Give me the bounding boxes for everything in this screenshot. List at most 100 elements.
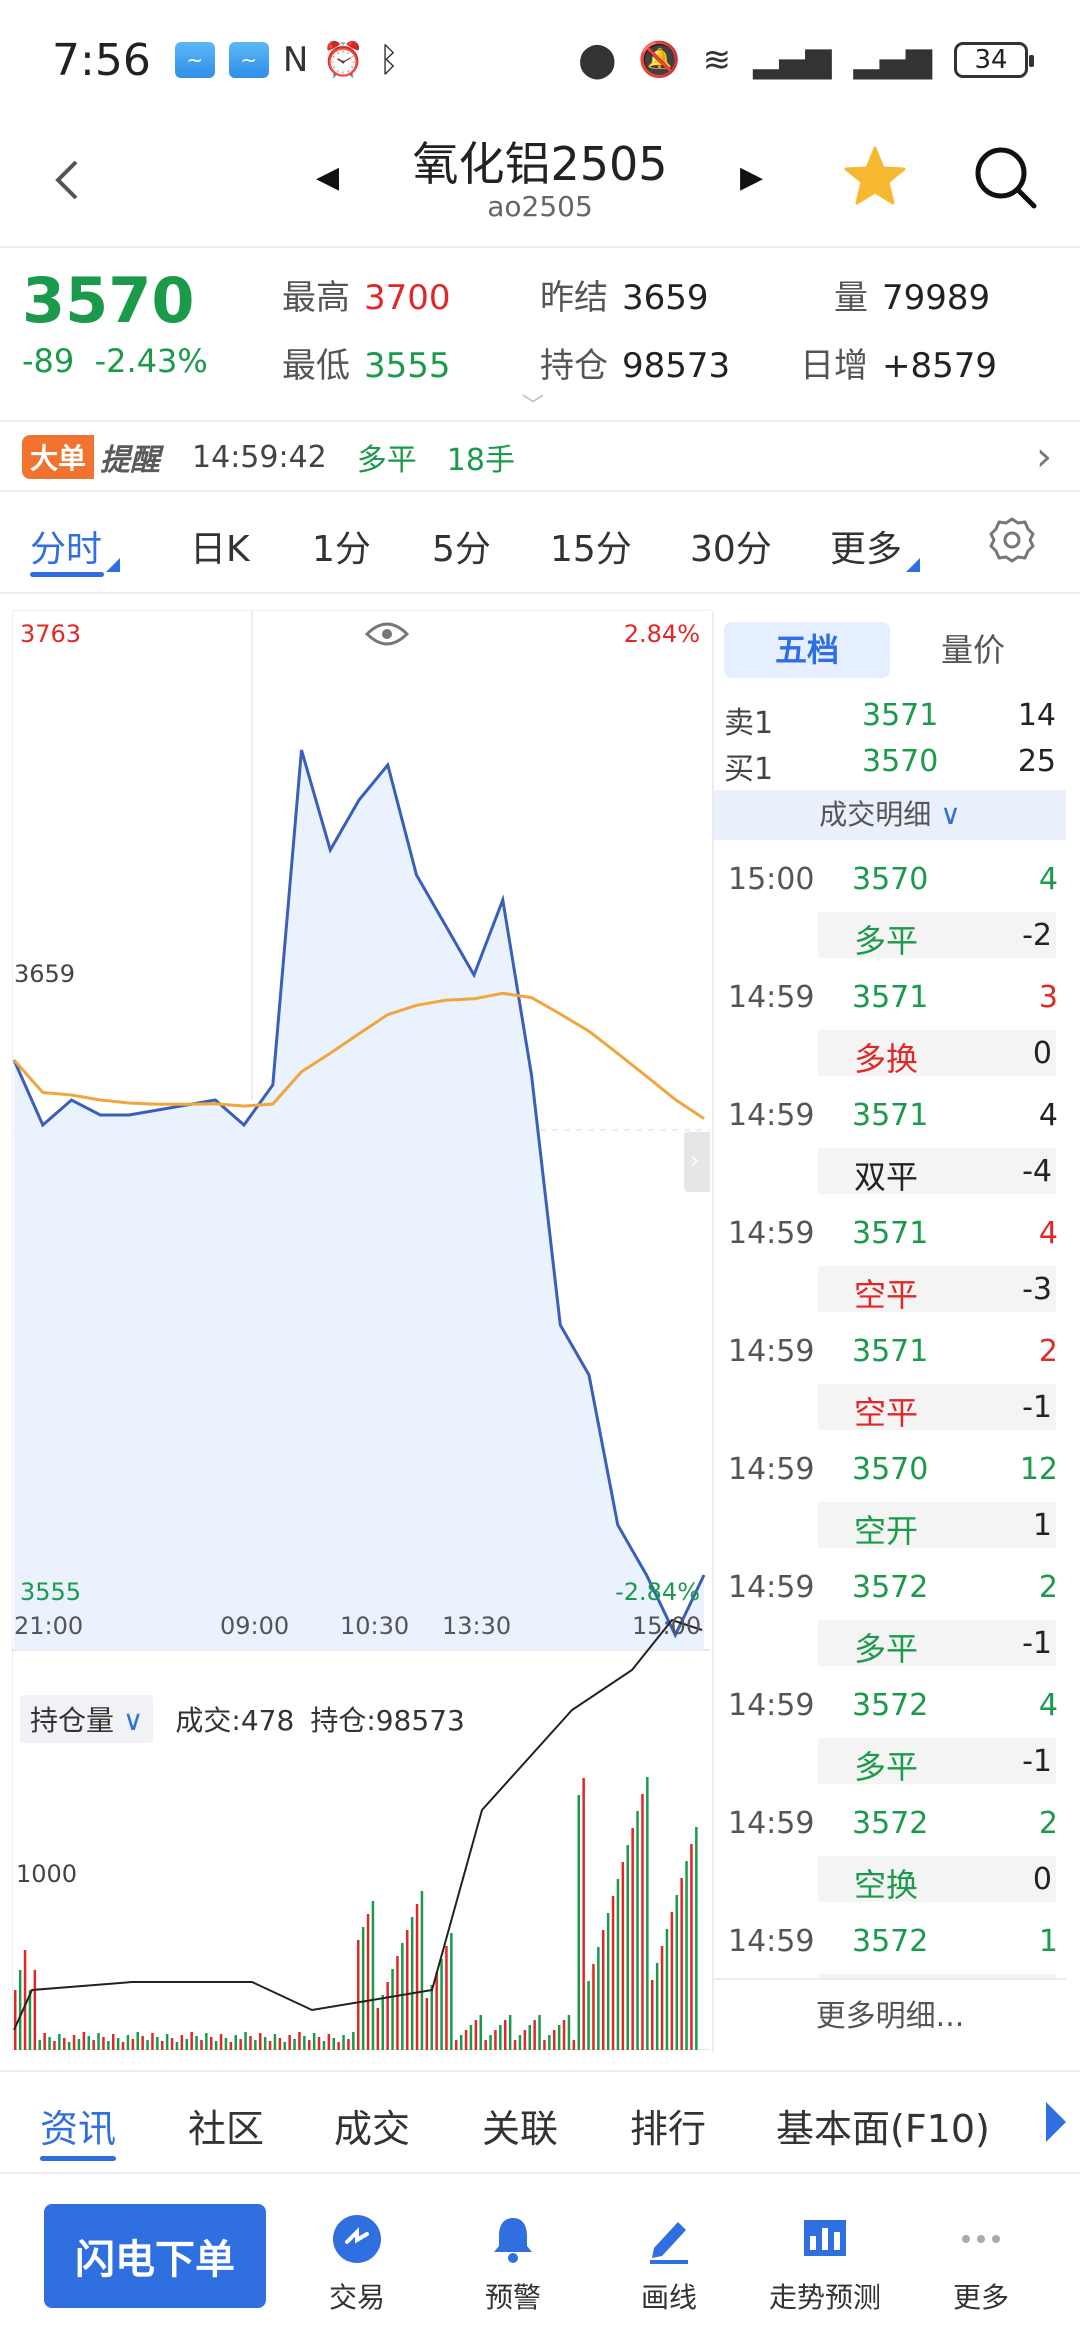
volume-bar — [195, 2036, 198, 2050]
alert-qty: 18手 — [446, 443, 515, 478]
volume-bar — [190, 2032, 193, 2050]
volume-bar — [67, 2042, 71, 2050]
tab-trades[interactable]: 成交 — [334, 2098, 410, 2153]
volume-bar — [376, 2008, 380, 2050]
volume-bar — [263, 2037, 267, 2050]
volume-bar — [665, 1929, 669, 2050]
trade-icon — [333, 2215, 381, 2263]
tab-community[interactable]: 社区 — [188, 2098, 264, 2153]
tab-ranking[interactable]: 排行 — [630, 2098, 706, 2153]
oi-volume: 成交:478 — [175, 1704, 295, 1737]
active-tab-indicator — [30, 572, 104, 577]
trade-detail-header[interactable]: 成交明细 ∨ — [714, 790, 1066, 840]
next-contract-icon[interactable]: ▶ — [740, 160, 763, 195]
tab-fundamentals[interactable]: 基本面(F10) — [776, 2098, 990, 2153]
volume-bar — [641, 1794, 644, 2050]
alert-button[interactable]: 预警 — [438, 2212, 588, 2316]
chart-bottom-price: 3555 — [20, 1578, 82, 1606]
more-dots-icon — [962, 2235, 1000, 2243]
trade-type: 空开 — [854, 1512, 919, 1550]
big-order-alert[interactable]: 大单 提醒 14:59:42 多平 18手 › — [0, 424, 1080, 492]
volume-bar — [366, 1914, 370, 2050]
star-icon[interactable] — [840, 142, 910, 212]
volume-bar — [131, 2039, 135, 2050]
volume-bar — [357, 1940, 360, 2050]
volume-bar — [165, 2034, 169, 2050]
volume-bar — [136, 2032, 139, 2050]
volume-bar — [254, 2040, 257, 2050]
info-tabs: 资讯 社区 成交 关联 排行 基本面(F10) — [0, 2070, 1080, 2174]
volume-bar — [401, 1943, 404, 2050]
tab-1min[interactable]: 1分 — [312, 520, 371, 572]
trade-type: 空平 — [854, 1394, 919, 1432]
volume-bar — [518, 2035, 522, 2050]
intraday-chart[interactable]: 3763 2.84% 3659 3555 -2.84% 21:00 09:00 … — [12, 610, 710, 2050]
trade-row: 15:00 3570 4 多平 -2 — [714, 850, 1066, 968]
wifi-icon: ≋ — [702, 40, 732, 80]
volume-bar — [298, 2032, 301, 2050]
tab-more[interactable]: 更多 — [830, 520, 921, 572]
back-icon[interactable] — [40, 150, 100, 210]
mute-icon: 🔕 — [638, 40, 681, 80]
trade-time: 14:59 — [728, 1924, 815, 1959]
collapse-panel-handle[interactable]: › — [684, 1132, 710, 1192]
nfc-icon: N — [282, 40, 309, 80]
oi-indicator-dropdown[interactable]: 持仓量 ∨ — [20, 1695, 154, 1743]
volume-bar — [420, 1891, 424, 2050]
top-nav: ◀ 氧化铝2505 ao2505 ▶ — [0, 120, 1080, 248]
search-icon[interactable] — [970, 142, 1040, 212]
volume-bar — [513, 2040, 517, 2050]
flash-order-button[interactable]: 闪电下单 — [44, 2204, 266, 2308]
tab-volume-price[interactable]: 量价 — [890, 622, 1056, 678]
eye-icon[interactable] — [364, 618, 410, 650]
volume-bar — [381, 1995, 384, 2050]
more-detail-link[interactable]: 更多明细... — [714, 1978, 1066, 2052]
tab-5min[interactable]: 5分 — [432, 520, 491, 572]
tab-news[interactable]: 资讯 — [40, 2098, 116, 2153]
volume-bar — [690, 1844, 693, 2050]
pen-icon — [650, 2222, 688, 2264]
prev-contract-icon[interactable]: ◀ — [316, 160, 339, 195]
volume-bar — [151, 2033, 154, 2050]
trade-time: 14:59 — [728, 1570, 815, 1605]
volume-axis-label: 1000 — [16, 1860, 78, 1888]
trade-row: 14:59 3571 4 空平 -3 — [714, 1204, 1066, 1322]
volume-bar — [308, 2040, 311, 2050]
volume-bar — [675, 1895, 678, 2050]
trade-type-row: 多平 -1 — [818, 1738, 1056, 1786]
draw-button[interactable]: 画线 — [594, 2212, 744, 2316]
trade-type-row: 多换 0 — [818, 1030, 1056, 1078]
volume-bar — [205, 2033, 208, 2050]
trade-qty: 4 — [1038, 862, 1058, 897]
buy1-row: 买1 3570 25 — [724, 744, 1056, 787]
tab-five-levels[interactable]: 五档 — [724, 622, 890, 678]
tab-daily-k[interactable]: 日K — [190, 520, 250, 572]
scroll-right-icon[interactable] — [1046, 2102, 1066, 2142]
order-book-panel: 五档 量价 卖1 3571 14 买1 3570 25 成交明细 ∨ 15:00… — [712, 612, 1066, 2052]
volume-bar — [141, 2036, 144, 2050]
chart-top-pct: 2.84% — [623, 620, 700, 648]
tab-related[interactable]: 关联 — [482, 2098, 558, 2153]
dropdown-triangle-icon — [106, 558, 121, 572]
gear-icon[interactable] — [988, 516, 1036, 564]
forecast-button[interactable]: 走势预测 — [750, 2212, 900, 2316]
tab-30min[interactable]: 30分 — [690, 520, 772, 572]
trade-button[interactable]: 交易 — [282, 2212, 432, 2316]
volume-bar — [249, 2036, 252, 2050]
stock-app-icon: ~ — [228, 42, 269, 78]
trade-oi-change: -1 — [1022, 1626, 1052, 1661]
volume-bar — [464, 2030, 468, 2050]
expand-chevron-icon[interactable]: ﹀ — [522, 388, 544, 420]
volume-bar — [170, 2038, 174, 2050]
daily-inc-cell: 日增 +8579 — [800, 346, 998, 386]
tab-intraday[interactable]: 分时 — [30, 520, 121, 572]
chevron-right-icon[interactable]: › — [1036, 434, 1052, 480]
more-button[interactable]: 更多 — [906, 2212, 1056, 2316]
volume-bar — [469, 2025, 473, 2050]
tab-15min[interactable]: 15分 — [550, 520, 632, 572]
trade-price: 3570 — [852, 862, 929, 897]
volume-bar — [180, 2035, 184, 2050]
trade-time: 14:59 — [728, 1098, 815, 1133]
dropdown-triangle-icon — [906, 558, 921, 572]
trade-qty: 2 — [1038, 1806, 1058, 1841]
